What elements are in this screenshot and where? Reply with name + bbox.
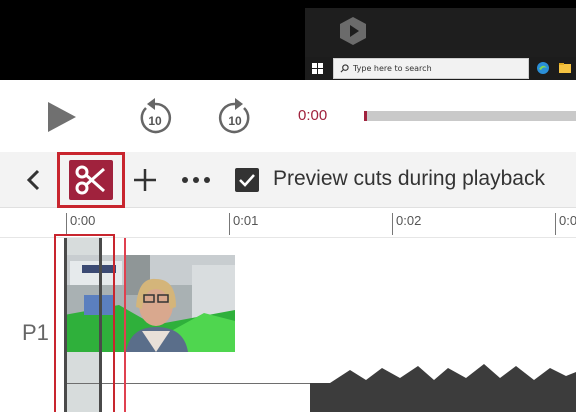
windows-start-icon[interactable]: [312, 63, 323, 74]
audio-waveform: [310, 364, 576, 412]
more-icon[interactable]: [181, 175, 211, 185]
preview-cuts-checkbox[interactable]: [235, 168, 259, 192]
forward-10-icon[interactable]: 10: [216, 96, 254, 136]
plus-icon[interactable]: [132, 167, 158, 193]
scissors-icon: [75, 165, 105, 195]
play-icon[interactable]: [44, 100, 78, 134]
ruler-tick-label: 0:02: [396, 213, 422, 228]
current-time: 0:00: [298, 107, 328, 124]
cut-region-highlight: [54, 234, 115, 412]
app-logo-icon: [340, 17, 366, 45]
ruler-tick-label: 0:01: [233, 213, 259, 228]
ruler-tick-label: 0:0: [559, 213, 576, 228]
forward-seconds: 10: [228, 114, 242, 128]
ruler-tick: [229, 213, 230, 235]
progress-bar[interactable]: [364, 111, 576, 121]
playhead-indicator: [124, 238, 126, 412]
track-label: P1: [22, 320, 49, 345]
file-explorer-icon[interactable]: [558, 61, 572, 75]
cut-button[interactable]: [57, 152, 125, 208]
checkmark-icon: [239, 174, 255, 187]
progress-fill: [364, 111, 367, 121]
chevron-left-icon[interactable]: [22, 166, 46, 194]
preview-cuts-label: Preview cuts during playback: [273, 167, 545, 190]
edge-icon[interactable]: [536, 61, 550, 75]
ruler-tick: [555, 213, 556, 235]
search-placeholder: Type here to search: [353, 64, 432, 73]
search-icon: [340, 64, 349, 73]
cut-button-face: [69, 160, 113, 200]
rewind-seconds: 10: [148, 114, 162, 128]
taskbar-search-input[interactable]: Type here to search: [333, 58, 529, 79]
ruler-tick: [392, 213, 393, 235]
ruler-tick: [66, 213, 67, 235]
ruler-tick-label: 0:00: [70, 213, 96, 228]
rewind-10-icon[interactable]: 10: [136, 96, 174, 136]
